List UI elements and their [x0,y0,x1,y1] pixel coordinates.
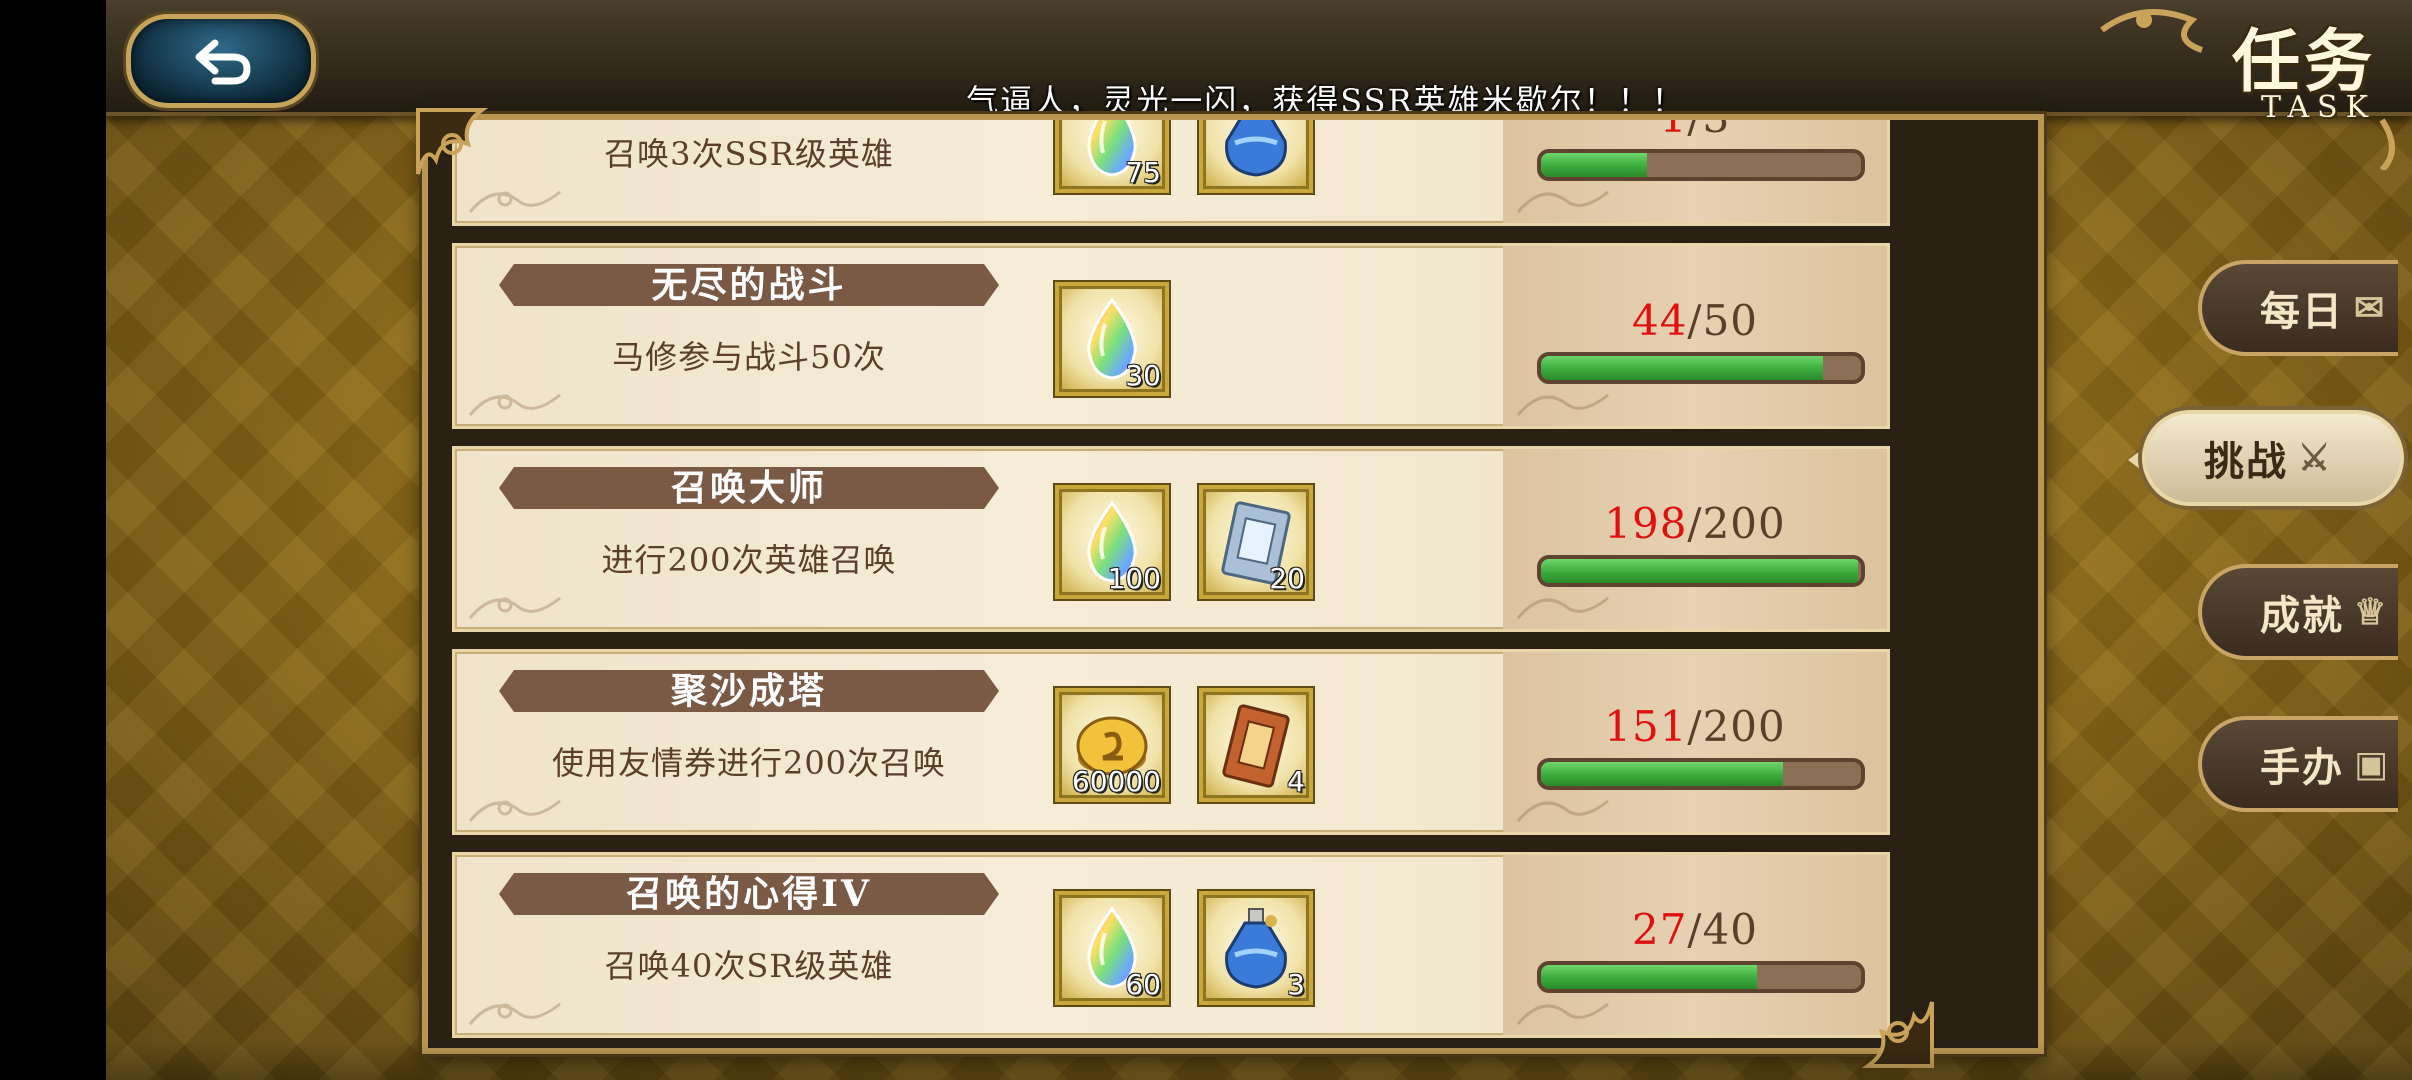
progress-area: 198/200 [1503,449,1887,629]
reward-slot[interactable]: 60000 [1055,688,1169,802]
scroll-icon: ✉ [2354,287,2387,329]
progress-text: 44/50 [1503,296,1887,345]
swirl-ornament-icon [465,786,565,826]
progress-current: 1 [1659,114,1688,142]
task-name: 聚沙成塔 [499,670,999,712]
reward-slot[interactable] [1199,120,1313,193]
progress-total: /3 [1687,114,1731,142]
task-description: 使用友情券进行200次召唤 [551,744,947,782]
progress-area: 44/50 [1503,246,1887,426]
reward-quantity: 60000 [1071,765,1161,798]
progress-total: /40 [1687,905,1759,954]
progress-bar [1537,961,1865,993]
task-description: 马修参与战斗50次 [612,338,886,376]
progress-area: 1/3 [1503,114,1887,223]
task-card[interactable]: 召唤大师进行200次英雄召唤 100 20 198/200 [452,446,1890,632]
progress-text: 1/3 [1503,114,1887,142]
reward-quantity: 20 [1269,562,1305,595]
swirl-ornament-icon [1513,177,1613,217]
progress-bar [1537,555,1865,587]
reward-slot[interactable]: 3 [1199,891,1313,1005]
progress-area: 151/200 [1503,652,1887,832]
crossed-swords-icon: ⚔ [2298,437,2333,479]
progress-bar-fill [1541,762,1783,786]
progress-text: 198/200 [1503,499,1887,548]
swirl-ornament-icon [1513,989,1613,1029]
tab-challenge-label: 挑战 [2204,438,2288,485]
reward-slot[interactable]: 75 [1055,120,1169,193]
return-arrow-icon [195,39,251,85]
progress-total: /200 [1687,702,1786,751]
progress-current: 198 [1604,499,1688,548]
reward-quantity: 30 [1125,359,1161,392]
task-panel: 召唤达人II召唤3次SSR级英雄751/3无尽的战斗马修参与战斗50次3044/… [422,114,2044,1054]
task-description: 召唤40次SR级英雄 [604,947,894,985]
task-name: 召唤大师 [499,467,999,509]
progress-current: 27 [1631,905,1688,954]
swirl-ornament-icon [465,989,565,1029]
progress-bar-fill [1541,965,1757,989]
progress-current: 151 [1604,702,1688,751]
back-button[interactable] [126,14,316,108]
progress-text: 27/40 [1503,905,1887,954]
task-name: 召唤的心得IV [499,873,999,915]
task-card[interactable]: 召唤的心得IV 召唤40次SR级英雄 60 3 27/40 [452,852,1890,1038]
corner-ornament-icon [416,108,489,175]
tab-figure[interactable]: 手办 ▣ [2198,716,2398,812]
tab-daily-label: 每日 [2260,288,2344,335]
swirl-ornament-icon [1513,380,1613,420]
reward-quantity: 60 [1125,968,1161,1001]
reward-quantity: 3 [1287,968,1305,1001]
swirl-ornament-icon [465,583,565,623]
task-card[interactable]: 聚沙成塔使用友情券进行200次召唤 60000 4 151/200 [452,649,1890,835]
reward-quantity: 75 [1125,156,1161,189]
task-card[interactable]: 召唤达人II召唤3次SSR级英雄751/3 [452,114,1890,226]
page-subtitle: TASK [2261,90,2376,125]
progress-bar [1537,149,1865,181]
figure-card-icon: ▣ [2354,743,2391,785]
progress-total: /50 [1687,296,1759,345]
progress-text: 151/200 [1503,702,1887,751]
reward-slot[interactable]: 20 [1199,485,1313,599]
reward-slot[interactable]: 100 [1055,485,1169,599]
swirl-ornament-icon [1513,786,1613,826]
reward-quantity: 100 [1107,562,1161,595]
task-description: 进行200次英雄召唤 [601,541,897,579]
task-title-emblem: 任务 TASK [2082,0,2412,170]
reward-slot[interactable]: 60 [1055,891,1169,1005]
progress-current: 44 [1631,296,1688,345]
tab-challenge[interactable]: 挑战 ⚔ [2142,410,2404,506]
reward-slot[interactable]: 4 [1199,688,1313,802]
bottom-shade [106,1042,2412,1080]
progress-bar-fill [1541,356,1823,380]
swirl-ornament-icon [465,380,565,420]
game-screen: 气逼人，灵光一闪，获得SSR英雄米歇尔！！！ 任务 TASK 召唤达人II召唤3… [106,0,2412,1080]
tab-daily[interactable]: 每日 ✉ [2198,260,2398,356]
task-name: 无尽的战斗 [499,264,999,306]
reward-quantity: 4 [1287,765,1305,798]
task-list[interactable]: 召唤达人II召唤3次SSR级英雄751/3无尽的战斗马修参与战斗50次3044/… [452,120,1890,1048]
reward-slot[interactable]: 30 [1055,282,1169,396]
trophy-icon: ♕ [2354,591,2389,633]
tab-achievement-label: 成就 [2260,592,2344,639]
tab-figure-label: 手办 [2260,744,2344,791]
progress-bar [1537,758,1865,790]
progress-bar-fill [1541,153,1647,177]
task-card[interactable]: 无尽的战斗马修参与战斗50次 30 44/50 [452,243,1890,429]
progress-bar-fill [1541,559,1858,583]
tab-achievement[interactable]: 成就 ♕ [2198,564,2398,660]
blue-potion-icon [1225,120,1287,177]
swirl-ornament-icon [1513,583,1613,623]
task-description: 召唤3次SSR级英雄 [604,135,894,173]
progress-total: /200 [1687,499,1786,548]
progress-bar [1537,352,1865,384]
